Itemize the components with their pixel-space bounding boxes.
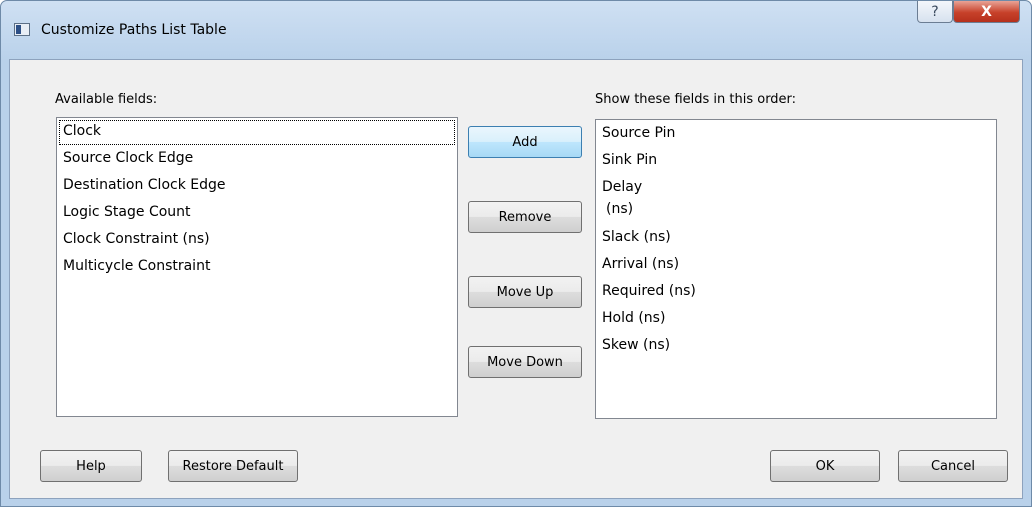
- cancel-button[interactable]: Cancel: [898, 450, 1008, 482]
- ok-button[interactable]: OK: [770, 450, 880, 482]
- shown-field-item[interactable]: Skew (ns): [596, 332, 996, 359]
- shown-field-item-line: (ns): [606, 201, 634, 217]
- dialog-client-area: Available fields: Clock Source Clock Edge…: [9, 59, 1023, 499]
- shown-field-item[interactable]: Sink Pin: [596, 147, 996, 174]
- question-mark-icon: ?: [931, 3, 939, 20]
- help-button[interactable]: Help: [40, 450, 142, 482]
- shown-field-item[interactable]: Arrival (ns): [596, 251, 996, 278]
- available-field-item[interactable]: Clock: [59, 120, 455, 145]
- shown-field-item[interactable]: Delay (ns): [596, 174, 996, 224]
- available-field-item[interactable]: Logic Stage Count: [57, 199, 457, 226]
- window-app-icon: [14, 23, 30, 36]
- available-field-item[interactable]: Destination Clock Edge: [57, 172, 457, 199]
- available-field-item[interactable]: Multicycle Constraint: [57, 253, 457, 280]
- window-title: Customize Paths List Table: [41, 22, 227, 38]
- add-button[interactable]: Add: [468, 126, 582, 158]
- close-caption-button[interactable]: X: [953, 1, 1020, 23]
- help-caption-button[interactable]: ?: [917, 1, 953, 23]
- available-field-item[interactable]: Source Clock Edge: [57, 145, 457, 172]
- restore-default-button[interactable]: Restore Default: [168, 450, 298, 482]
- available-field-item[interactable]: Clock Constraint (ns): [57, 226, 457, 253]
- move-up-button[interactable]: Move Up: [468, 276, 582, 308]
- shown-field-item[interactable]: Required (ns): [596, 278, 996, 305]
- shown-fields-label: Show these fields in this order:: [595, 92, 797, 107]
- title-bar: Customize Paths List Table ? X: [1, 1, 1031, 59]
- available-fields-label: Available fields:: [55, 92, 158, 107]
- shown-fields-list[interactable]: Source Pin Sink Pin Delay (ns) Slack (ns) Arr…: [595, 119, 997, 419]
- shown-field-item[interactable]: Slack (ns): [596, 224, 996, 251]
- close-icon: X: [981, 3, 992, 20]
- dialog-window: Customize Paths List Table ? X Available…: [0, 0, 1032, 507]
- shown-field-item-line: Delay: [602, 179, 643, 195]
- available-fields-list[interactable]: Clock Source Clock Edge Destination Clock …: [56, 117, 458, 417]
- move-down-button[interactable]: Move Down: [468, 346, 582, 378]
- shown-field-item[interactable]: Hold (ns): [596, 305, 996, 332]
- remove-button[interactable]: Remove: [468, 201, 582, 233]
- shown-field-item[interactable]: Source Pin: [596, 120, 996, 147]
